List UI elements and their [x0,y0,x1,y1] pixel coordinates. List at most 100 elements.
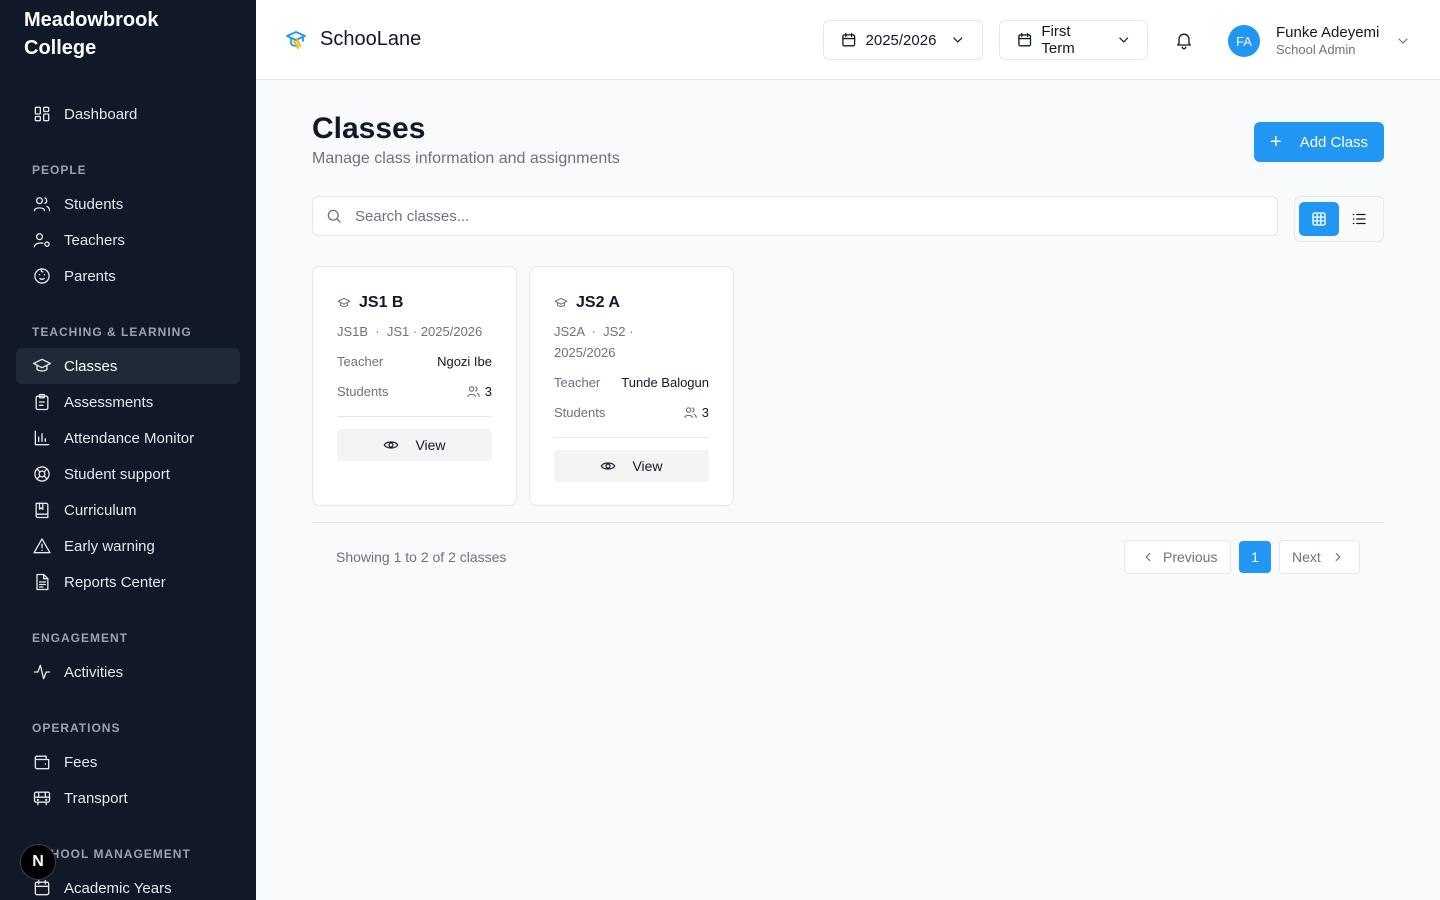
graduation-cap-icon [32,356,52,376]
calendar-icon [32,878,52,898]
chevron-down-icon [953,37,963,43]
students-label: Students [337,384,389,399]
page-title: Classes [312,112,426,145]
sidebar-item-label: Teachers [64,231,125,249]
view-label: View [415,437,446,453]
nav-section-label: ENGAGEMENT [32,631,129,645]
graduation-cap-icon [554,297,568,307]
sidebar-item-label: Academic Years [64,879,172,897]
sidebar-item-label: Curriculum [64,501,137,519]
sidebar-item-reports-center[interactable]: Reports Center [16,564,240,600]
users-icon [467,386,480,398]
previous-page-button[interactable]: Previous [1124,540,1231,574]
sidebar-item-fees[interactable]: Fees [16,744,240,780]
dev-tools-button[interactable]: N [20,844,56,880]
notification-bell-icon[interactable] [1174,30,1194,50]
sidebar-item-label: Transport [64,789,128,807]
dashboard-icon [32,104,52,124]
users-icon [684,407,697,419]
sidebar-item-students[interactable]: Students [16,186,240,222]
academic-year-select[interactable]: 2025/2026 [823,20,983,60]
class-card: JS2 A JS2A · JS2 · 2025/2026 Teacher Tun… [529,266,734,506]
sidebar-item-parents[interactable]: Parents [16,258,240,294]
sidebar-item-teachers[interactable]: Teachers [16,222,240,258]
card-divider [554,437,709,438]
list-view-button[interactable] [1339,202,1379,236]
sidebar-item-label: Fees [64,753,98,771]
sidebar-item-curriculum[interactable]: Curriculum [16,492,240,528]
add-class-label: Add Class [1299,133,1369,151]
sidebar-item-activities[interactable]: Activities [16,654,240,690]
sidebar-item-attendance-monitor[interactable]: Attendance Monitor [16,420,240,456]
sidebar-item-transport[interactable]: Transport [16,780,240,816]
sidebar-item-label: Students [64,195,124,213]
sidebar-item-label: Classes [64,357,118,375]
view-label: View [632,458,663,474]
chevron-down-icon [1118,37,1128,43]
eye-icon [601,462,616,470]
app-name: SchooLane [320,28,422,50]
grid-icon [1312,212,1326,226]
sidebar-item-label: Early warning [64,537,155,555]
class-name: JS2 A [576,294,620,311]
view-toggle [1294,196,1384,242]
sidebar-item-label: Attendance Monitor [64,429,195,447]
clipboard-icon [32,392,52,412]
previous-label: Previous [1163,549,1218,565]
student-count: 3 [701,405,709,420]
wallet-icon [32,752,52,772]
student-count: 3 [484,384,492,399]
grid-view-button[interactable] [1299,202,1339,236]
users-icon [32,194,52,214]
sidebar-item-label: Student support [64,465,170,483]
class-meta: JS1B · JS1 · 2025/2026 [337,324,483,339]
graduation-cap-icon [337,297,351,307]
search-box [312,196,1278,236]
user-menu[interactable]: FA Funke Adeyemi School Admin [1228,24,1411,58]
search-input[interactable] [355,207,1235,225]
page-number-button[interactable]: 1 [1239,541,1271,573]
teacher-label: Teacher [337,354,384,369]
sidebar-item-label: Reports Center [64,573,166,591]
app-logo[interactable]: SchooLane [284,28,421,52]
search-icon [327,209,341,223]
eye-icon [384,441,399,449]
sidebar-nav: Dashboard PEOPLE Students Teachers Parents TE… [0,96,256,900]
file-text-icon [32,572,52,592]
academic-year-value: 2025/2026 [865,31,937,49]
sidebar-item-label: Assessments [64,393,154,411]
sidebar-item-early-warning[interactable]: Early warning [16,528,240,564]
view-class-button[interactable]: View [554,450,709,482]
schoolane-logo-icon [286,30,306,49]
sidebar-item-dashboard[interactable]: Dashboard [16,96,240,132]
sidebar-item-student-support[interactable]: Student support [16,456,240,492]
calendar-icon [1018,32,1032,47]
sidebar-item-classes[interactable]: Classes [16,348,240,384]
card-divider [337,416,492,417]
nav-section-label: OPERATIONS [32,721,121,735]
term-select[interactable]: First Term [999,20,1148,60]
user-name: Funke Adeyemi [1276,24,1380,41]
chevron-right-icon [1335,552,1341,562]
class-meta: JS2A · JS2 · 2025/2026 [554,324,638,360]
sidebar: Meadowbrook College Dashboard PEOPLE Stude… [0,0,256,900]
view-class-button[interactable]: View [337,429,492,461]
pagination-summary: Showing 1 to 2 of 2 classes [336,549,507,565]
next-label: Next [1292,549,1321,565]
activity-icon [32,662,52,682]
calendar-icon [842,32,856,47]
list-divider [312,522,1384,523]
next-page-button[interactable]: Next [1279,540,1360,574]
add-class-button[interactable]: + Add Class [1254,122,1384,162]
class-name: JS1 B [359,294,404,311]
plus-icon: + [1270,131,1282,153]
term-value: First Term [1041,23,1075,57]
nav-section-label: TEACHING & LEARNING [32,325,192,339]
sidebar-item-assessments[interactable]: Assessments [16,384,240,420]
nav-section-label: PEOPLE [32,163,87,177]
user-role: School Admin [1276,42,1356,57]
teacher-name: Tunde Balogun [621,375,709,390]
baby-icon [32,266,52,286]
chevron-left-icon [1145,552,1151,562]
students-label: Students [554,405,606,420]
